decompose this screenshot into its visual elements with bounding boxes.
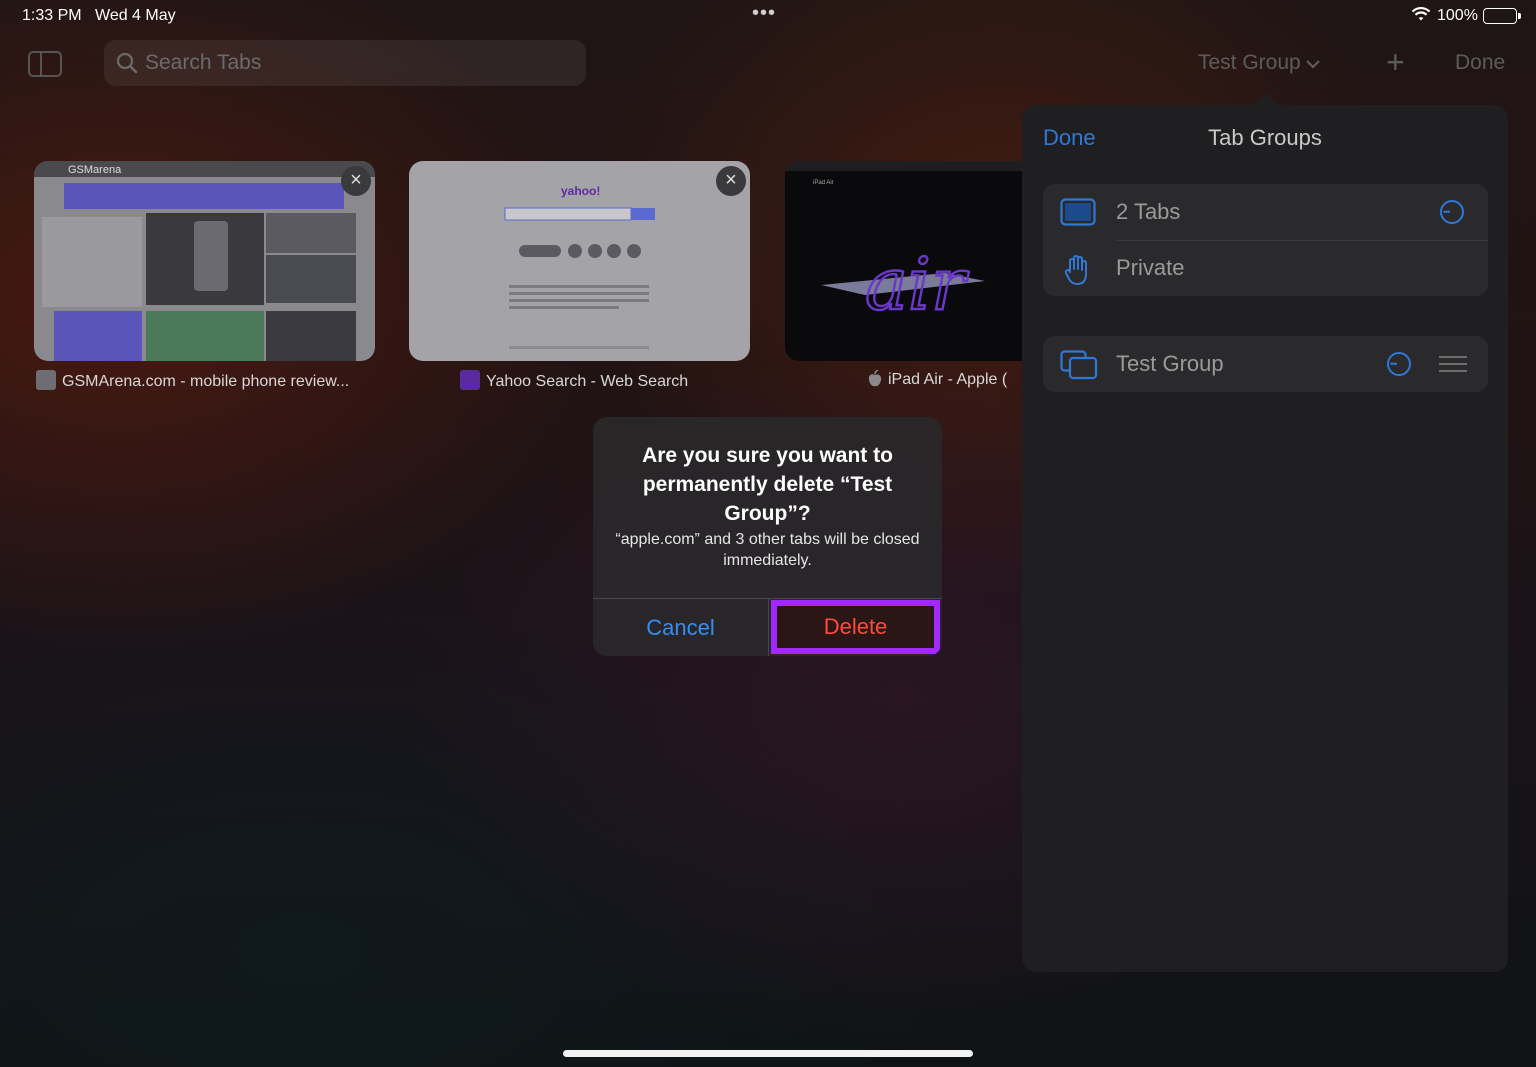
close-tab-gsmarena-icon[interactable]: × <box>341 166 371 196</box>
reorder-handle-icon[interactable] <box>1439 356 1467 377</box>
ipad-air-label: iPad Air <box>813 180 834 186</box>
tab-overview-toolbar: Search Tabs Test Group + Done <box>0 40 1536 90</box>
hand-raised-icon <box>1064 254 1090 291</box>
tab-title-text: GSMArena.com - mobile phone review... <box>62 373 350 390</box>
tab-title-yahoo[interactable]: Yahoo Search - Web Search <box>460 370 688 391</box>
tab-thumbnail-ipad-air: iPad Air air <box>785 161 1022 361</box>
close-tab-yahoo-icon[interactable]: × <box>716 166 746 196</box>
tab-thumbnail-yahoo: yahoo! <box>409 161 750 361</box>
multitasking-dots-icon[interactable]: ••• <box>752 2 776 25</box>
tab-card-ipad-air[interactable]: iPad Air air <box>785 161 1022 361</box>
tab-group-row-2-tabs[interactable]: 2 Tabs <box>1043 184 1488 240</box>
delete-confirmation-alert: Are you sure you want to permanently del… <box>593 417 942 656</box>
tab-groups-popover: Done Tab Groups 2 Tabs Private Test Grou… <box>1022 105 1508 972</box>
tab-card-yahoo[interactable]: yahoo! <box>409 161 750 361</box>
gsmarena-favicon-icon <box>36 370 56 390</box>
tab-title-ipad-air[interactable]: iPad Air - Apple ( <box>868 369 1008 390</box>
cancel-button[interactable]: Cancel <box>593 599 768 656</box>
tab-groups-custom-section: Test Group <box>1043 336 1488 392</box>
tab-title-gsmarena[interactable]: GSMArena.com - mobile phone review... <box>36 370 349 391</box>
wifi-icon <box>1411 6 1431 27</box>
tab-group-selector[interactable]: Test Group <box>1198 51 1321 75</box>
status-date: Wed 4 May <box>95 7 176 24</box>
home-indicator[interactable] <box>563 1050 973 1057</box>
alert-message: “apple.com” and 3 other tabs will be clo… <box>615 531 920 569</box>
search-icon <box>116 52 138 79</box>
air-text: air <box>865 242 969 326</box>
yahoo-logo-text: yahoo! <box>561 184 600 198</box>
tab-title-text: Yahoo Search - Web Search <box>486 373 689 390</box>
more-options-icon[interactable] <box>1387 352 1411 376</box>
delete-button[interactable]: Delete <box>771 600 940 654</box>
search-tabs-field[interactable]: Search Tabs <box>104 40 586 86</box>
tab-group-label: Private <box>1116 255 1185 280</box>
yahoo-favicon-icon <box>460 370 480 390</box>
tab-groups-default-section: 2 Tabs Private <box>1043 184 1488 296</box>
more-options-icon[interactable] <box>1440 200 1464 224</box>
tablet-icon <box>1060 198 1096 231</box>
alert-button-divider <box>768 598 769 656</box>
tab-title-text: iPad Air - Apple ( <box>888 371 1008 388</box>
status-time: 1:33 PM <box>22 7 82 24</box>
new-tab-plus-icon[interactable]: + <box>1386 44 1405 81</box>
popover-arrow <box>1254 93 1278 105</box>
toolbar-done-button[interactable]: Done <box>1455 51 1505 75</box>
battery-percent: 100% <box>1437 7 1478 24</box>
alert-title: Are you sure you want to permanently del… <box>642 444 893 525</box>
delete-button-label: Delete <box>777 606 934 648</box>
tab-group-label: 2 Tabs <box>1116 199 1181 224</box>
tab-group-label: Test Group <box>1116 351 1224 376</box>
gsm-logo-text: GSMarena <box>68 164 122 176</box>
sidebar-toggle-icon[interactable] <box>28 51 62 77</box>
tab-groups-title: Tab Groups <box>1208 125 1322 150</box>
tab-card-gsmarena[interactable]: GSMarena <box>34 161 375 361</box>
status-bar: 1:33 PM Wed 4 May ••• 100% <box>0 0 1536 32</box>
tab-group-selector-label: Test Group <box>1198 51 1301 74</box>
battery-icon <box>1483 8 1521 24</box>
tab-thumbnail-gsmarena: GSMarena <box>34 161 375 361</box>
tab-group-row-test-group[interactable]: Test Group <box>1043 336 1488 392</box>
tab-group-row-private[interactable]: Private <box>1043 240 1488 296</box>
chevron-down-icon <box>1305 51 1321 75</box>
search-placeholder: Search Tabs <box>145 51 262 74</box>
apple-favicon-icon <box>868 369 882 390</box>
tab-group-squares-icon <box>1060 350 1098 385</box>
